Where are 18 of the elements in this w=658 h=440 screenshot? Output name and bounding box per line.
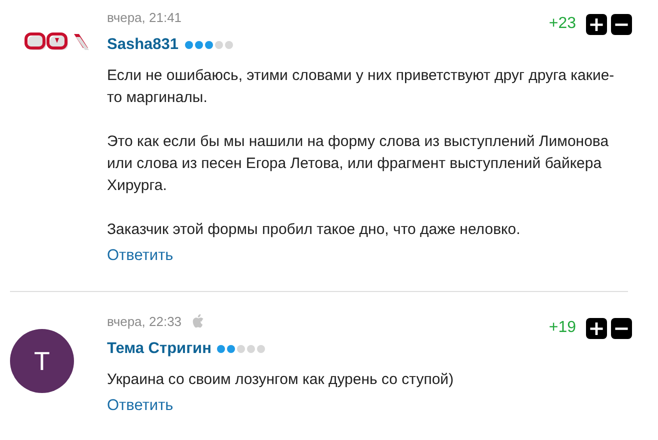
comment-date: вчера, 21:41 <box>107 10 182 24</box>
author-name[interactable]: Sasha831 <box>107 36 179 54</box>
comment-text: Украина со своим лозунгом как дурень со ступой) <box>107 370 455 390</box>
reply-link[interactable]: Ответить <box>107 247 174 265</box>
comment-date: вчера, 22:33 <box>107 314 182 328</box>
apple-icon <box>192 314 204 328</box>
downvote-button[interactable]: − <box>611 14 632 34</box>
avatar: Т <box>10 329 74 393</box>
vote-score: +19 <box>548 319 576 337</box>
downvote-button[interactable]: − <box>611 318 632 338</box>
comment-text: Это как если бы мы нашили на форму слова из выступлений Лимонова или слова из песен Егора Летова, или фрагмент выступлений байкера Хирурга. <box>107 132 610 196</box>
comment-text: Если не ошибаюсь, этими словами у них приветствуют друг друга какие-то маргиналы. <box>107 66 616 108</box>
comment-text: Заказчик этой формы пробил такое дно, что даже неловко. <box>107 220 522 240</box>
author-name[interactable]: Тема Стригин <box>107 340 212 358</box>
reply-link[interactable]: Ответить <box>107 397 174 415</box>
upvote-button[interactable]: + <box>586 318 607 338</box>
vote-score: +23 <box>548 15 576 33</box>
upvote-button[interactable]: + <box>586 14 607 34</box>
